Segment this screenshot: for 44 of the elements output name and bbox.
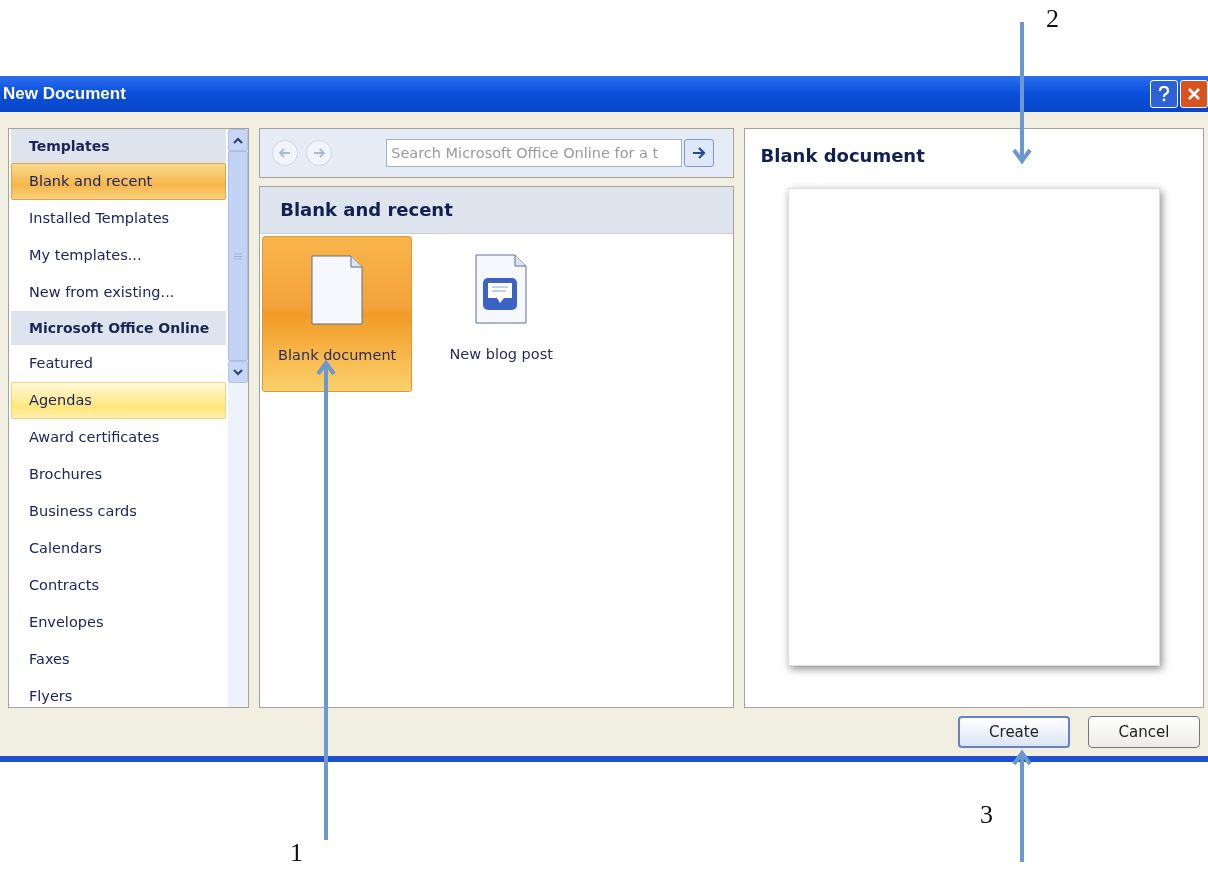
category-item[interactable]: Contracts xyxy=(11,567,227,604)
help-icon xyxy=(1157,86,1171,102)
callout-number: 3 xyxy=(980,800,993,830)
category-item[interactable]: Faxes xyxy=(11,641,227,678)
close-icon xyxy=(1187,87,1201,101)
category-item[interactable]: Business cards xyxy=(11,493,227,530)
template-tile[interactable]: Blank document xyxy=(262,236,413,392)
search-field[interactable]: Search Microsoft Office Online for a t xyxy=(386,139,683,167)
category-heading: Microsoft Office Online xyxy=(11,311,227,345)
scroll-up-button[interactable] xyxy=(228,129,249,151)
gallery-heading: Blank and recent xyxy=(260,187,733,234)
category-item[interactable]: Installed Templates xyxy=(11,200,227,237)
grip-icon xyxy=(234,252,243,260)
caret-down-icon xyxy=(233,368,244,376)
search-go-button[interactable] xyxy=(684,139,715,167)
category-item[interactable]: Envelopes xyxy=(11,604,227,641)
cancel-button[interactable]: Cancel xyxy=(1088,716,1200,748)
create-button[interactable]: Create xyxy=(958,716,1070,748)
scrollbar[interactable] xyxy=(228,129,249,707)
category-item[interactable]: Blank and recent xyxy=(11,163,227,200)
callout-number: 2 xyxy=(1046,4,1059,34)
page-speech-bubble-icon xyxy=(475,254,528,324)
category-item[interactable]: Award certificates xyxy=(11,419,227,456)
category-item[interactable]: Flyers xyxy=(11,678,227,715)
category-heading: Templates xyxy=(11,129,227,163)
category-item[interactable]: My templates... xyxy=(11,237,227,274)
scrollbar-thumb[interactable] xyxy=(228,151,249,361)
callout-number: 1 xyxy=(290,838,303,868)
arrow-left-icon xyxy=(279,148,292,158)
category-item[interactable]: Featured xyxy=(11,345,227,382)
preview-title: Blank document xyxy=(759,144,926,166)
arrow-right-icon xyxy=(313,148,326,158)
close-button[interactable] xyxy=(1180,80,1208,108)
arrow-right-icon xyxy=(692,147,707,159)
category-item[interactable]: Brochures xyxy=(11,456,227,493)
scroll-down-button[interactable] xyxy=(228,361,249,383)
category-item[interactable]: New from existing... xyxy=(11,274,227,311)
caret-up-icon xyxy=(233,136,244,144)
blank-page-icon xyxy=(311,255,364,325)
help-button[interactable] xyxy=(1150,80,1178,108)
window-title: New Document xyxy=(3,84,126,104)
template-tile[interactable]: New blog post xyxy=(426,236,577,392)
category-item[interactable]: Agendas xyxy=(11,382,227,419)
category-item[interactable]: Calendars xyxy=(11,530,227,567)
